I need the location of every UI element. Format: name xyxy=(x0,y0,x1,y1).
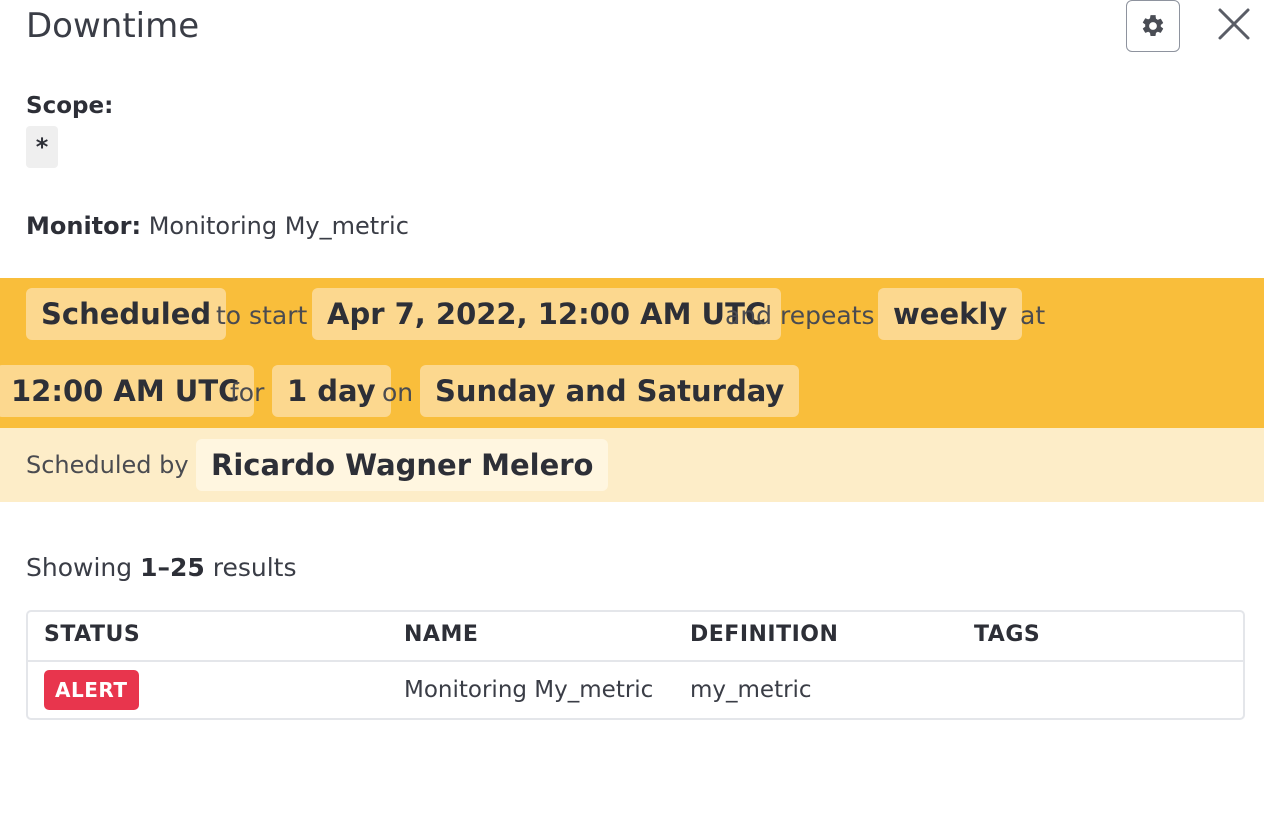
results-range: 1–25 xyxy=(140,553,205,582)
column-definition[interactable]: DEFINITION xyxy=(690,622,838,647)
scheduled-by-label: Scheduled by xyxy=(26,451,189,479)
close-button[interactable] xyxy=(1212,2,1256,46)
to-start-text: to start xyxy=(216,301,308,330)
scope-label: Scope: xyxy=(26,93,114,119)
schedule-start: Apr 7, 2022, 12:00 AM UTC xyxy=(312,288,782,340)
and-repeats-text: and repeats xyxy=(725,301,875,330)
status-badge: ALERT xyxy=(44,670,139,710)
schedule-status: Scheduled xyxy=(26,288,227,340)
for-text: for xyxy=(230,378,265,407)
gear-icon xyxy=(1142,15,1164,36)
row-name[interactable]: Monitoring My_metric xyxy=(404,677,653,703)
scheduled-by-user: Ricardo Wagner Melero xyxy=(196,439,609,491)
schedule-days: Sunday and Saturday xyxy=(420,365,800,417)
monitor-line: Monitor: Monitoring My_metric xyxy=(26,212,409,240)
column-status[interactable]: STATUS xyxy=(44,622,140,647)
row-definition: my_metric xyxy=(690,677,812,703)
schedule-time: 12:00 AM UTC xyxy=(0,365,255,417)
monitor-label: Monitor: xyxy=(26,212,142,240)
column-name[interactable]: NAME xyxy=(404,622,478,647)
table-header: STATUS NAME DEFINITION TAGS xyxy=(28,612,1243,662)
monitors-table: STATUS NAME DEFINITION TAGS ALERT Monito… xyxy=(26,610,1245,720)
on-text: on xyxy=(382,378,414,407)
at-text: at xyxy=(1020,301,1046,330)
settings-button[interactable] xyxy=(1126,0,1180,52)
page-title: Downtime xyxy=(26,6,200,46)
close-icon xyxy=(1218,8,1250,40)
results-prefix: Showing xyxy=(26,553,133,582)
scheduled-by-banner: Scheduled by Ricardo Wagner Melero xyxy=(0,428,1264,502)
scope-value: * xyxy=(26,126,58,168)
monitor-value: Monitoring My_metric xyxy=(148,212,409,240)
schedule-banner: Scheduled to start Apr 7, 2022, 12:00 AM… xyxy=(0,278,1264,428)
results-count: Showing 1–25 results xyxy=(26,553,296,582)
schedule-frequency: weekly xyxy=(878,288,1023,340)
column-tags[interactable]: TAGS xyxy=(974,622,1040,647)
schedule-duration: 1 day xyxy=(272,365,391,417)
results-suffix: results xyxy=(212,553,297,582)
